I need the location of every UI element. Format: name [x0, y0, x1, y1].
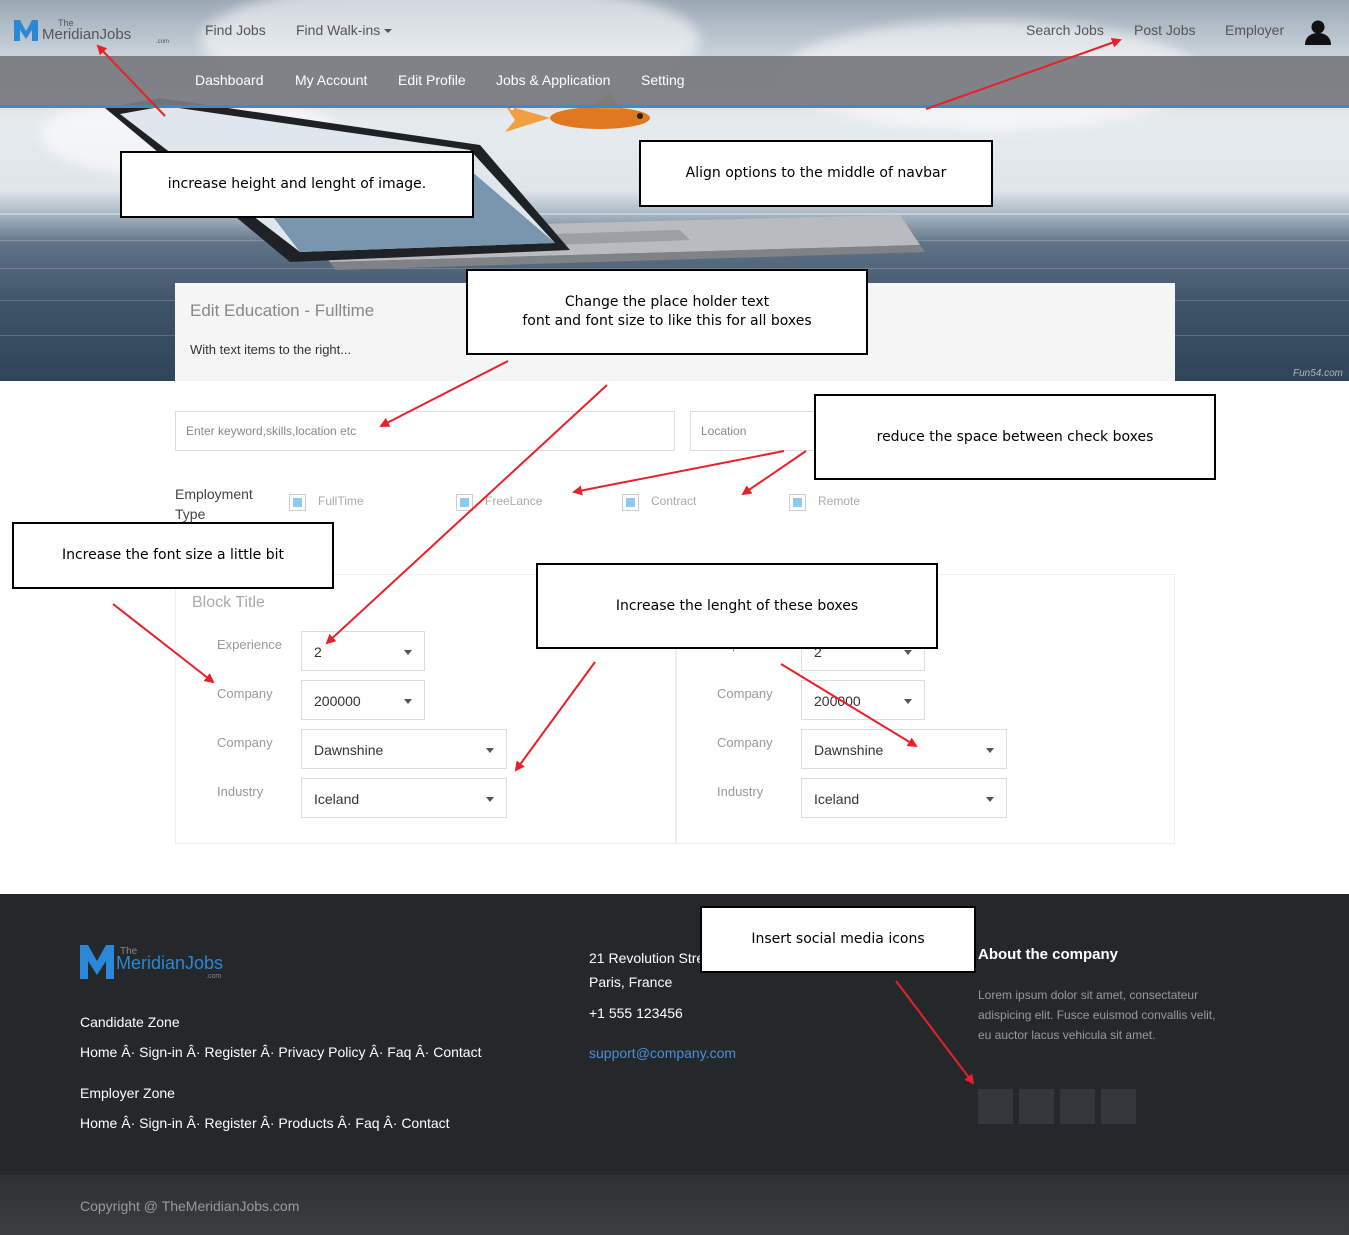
subnav-edit-profile[interactable]: Edit Profile	[398, 72, 466, 88]
social-placeholder-4[interactable]	[1101, 1089, 1136, 1124]
experience-select[interactable]: 2	[301, 631, 425, 671]
user-icon[interactable]	[1304, 19, 1332, 45]
checkbox-label-contract: Contract	[651, 494, 697, 508]
address-line-1: 21 Revolution Street	[589, 950, 716, 966]
copyright-text: Copyright @ TheMeridianJobs.com	[80, 1198, 300, 1214]
logo-suffix: .com	[156, 39, 169, 43]
image-watermark: Fun54.com	[1292, 368, 1343, 379]
chevron-down-icon	[384, 29, 393, 34]
select-value: Dawnshine	[314, 742, 384, 758]
chevron-down-icon	[404, 699, 412, 704]
chevron-down-icon	[404, 650, 412, 655]
address-line-2: Paris, France	[589, 974, 673, 990]
employer-zone-links[interactable]: Home Â· Sign-in Â· Register Â· Products …	[80, 1115, 450, 1131]
checkbox-label-remote: Remote	[818, 494, 861, 508]
page-subtitle: With text items to the right...	[190, 342, 352, 357]
industry-select[interactable]: Iceland	[301, 778, 507, 818]
arrow-to-contract	[741, 450, 807, 496]
nav-find-jobs[interactable]: Find Jobs	[205, 22, 266, 38]
annotation-navbar-align: Align options to the middle of navbar	[639, 140, 993, 207]
block-title: Block Title	[192, 594, 265, 611]
chevron-down-icon	[986, 797, 994, 802]
nav-search-jobs[interactable]: Search Jobs	[1026, 22, 1104, 38]
annotation-image-size: increase height and lenght of image.	[120, 151, 474, 218]
phone-number: +1 555 123456	[589, 1005, 683, 1021]
select-value: 2	[314, 644, 322, 660]
select-value: 200000	[814, 693, 861, 709]
support-email-link[interactable]: support@company.com	[589, 1045, 736, 1061]
field-label-industry: Industry	[217, 784, 264, 799]
company-name-select[interactable]: Dawnshine	[301, 729, 507, 769]
field-label-company: Company	[717, 735, 773, 750]
social-placeholder-1[interactable]	[978, 1089, 1013, 1124]
chevron-down-icon	[486, 797, 494, 802]
chevron-down-icon	[986, 748, 994, 753]
sub-navbar: Dashboard My Account Edit Profile Jobs &…	[0, 56, 1349, 108]
checkbox-freelance[interactable]	[456, 494, 473, 511]
annotation-social-icons: Insert social media icons	[700, 906, 976, 973]
annotation-font-size: Increase the font size a little bit	[12, 522, 334, 589]
subnav-my-account[interactable]: My Account	[295, 72, 367, 88]
annotation-line: Change the place holder text	[564, 294, 770, 310]
annotation-placeholder-font: Change the place holder text font and fo…	[466, 269, 868, 355]
employer-zone-heading: Employer Zone	[80, 1085, 175, 1101]
subnav-setting[interactable]: Setting	[641, 72, 685, 88]
employment-type-label: Employment Type	[175, 486, 253, 522]
chevron-down-icon	[486, 748, 494, 753]
chevron-down-icon	[904, 699, 912, 704]
nav-post-jobs[interactable]: Post Jobs	[1134, 22, 1195, 38]
industry-select[interactable]: Iceland	[801, 778, 1007, 818]
nav-find-walkins-label: Find Walk-ins	[296, 22, 381, 38]
social-placeholder-2[interactable]	[1019, 1089, 1054, 1124]
top-navbar: The MeridianJobs .com Find Jobs Find Wal…	[0, 0, 1349, 56]
select-value: 200000	[314, 693, 361, 709]
field-label-company: Company	[717, 686, 773, 701]
arrow-to-freelance	[572, 450, 785, 496]
checkbox-contract[interactable]	[622, 494, 639, 511]
select-value: Dawnshine	[814, 742, 884, 758]
field-label-company: Company	[217, 686, 273, 701]
subnav-jobs-application[interactable]: Jobs & Application	[496, 72, 610, 88]
logo-wordmark: MeridianJobs	[42, 26, 131, 43]
logo-wordmark: MeridianJobs	[116, 953, 223, 973]
keyword-search-input[interactable]: Enter keyword,skills,location etc	[175, 411, 675, 451]
checkbox-label-fulltime: FullTime	[318, 494, 364, 508]
field-label-industry: Industry	[717, 784, 764, 799]
subnav-dashboard[interactable]: Dashboard	[195, 72, 264, 88]
annotation-checkbox-spacing: reduce the space between check boxes	[814, 394, 1216, 480]
checkbox-label-freelance: FreeLance	[485, 494, 543, 508]
footer-logo[interactable]: The MeridianJobs .com	[80, 943, 226, 981]
about-heading: About the company	[978, 946, 1119, 963]
logo-suffix: .com	[206, 973, 221, 980]
page-title: Edit Education - Fulltime	[190, 301, 375, 320]
annotation-box-length: Increase the lenght of these boxes	[536, 563, 938, 649]
select-value: Iceland	[314, 791, 360, 807]
field-label-experience: Experience	[217, 637, 283, 652]
checkbox-fulltime[interactable]	[289, 494, 306, 511]
company-size-select[interactable]: 200000	[801, 680, 925, 720]
nav-find-walkins[interactable]: Find Walk-ins	[296, 22, 393, 38]
company-name-select[interactable]: Dawnshine	[801, 729, 1007, 769]
chevron-down-icon	[904, 650, 912, 655]
about-text: Lorem ipsum dolor sit amet, consectateur…	[978, 988, 1216, 1042]
brand-logo[interactable]: The MeridianJobs .com	[14, 17, 178, 43]
annotation-line: font and font size to like this for all …	[522, 313, 812, 329]
field-label-company: Company	[217, 735, 273, 750]
candidate-zone-links[interactable]: Home Â· Sign-in Â· Register Â· Privacy P…	[80, 1044, 481, 1060]
nav-employer[interactable]: Employer	[1225, 22, 1284, 38]
location-input[interactable]: Location	[690, 411, 820, 451]
candidate-zone-heading: Candidate Zone	[80, 1014, 180, 1030]
select-value: Iceland	[814, 791, 860, 807]
company-size-select[interactable]: 200000	[301, 680, 425, 720]
social-placeholder-3[interactable]	[1060, 1089, 1095, 1124]
checkbox-remote[interactable]	[789, 494, 806, 511]
